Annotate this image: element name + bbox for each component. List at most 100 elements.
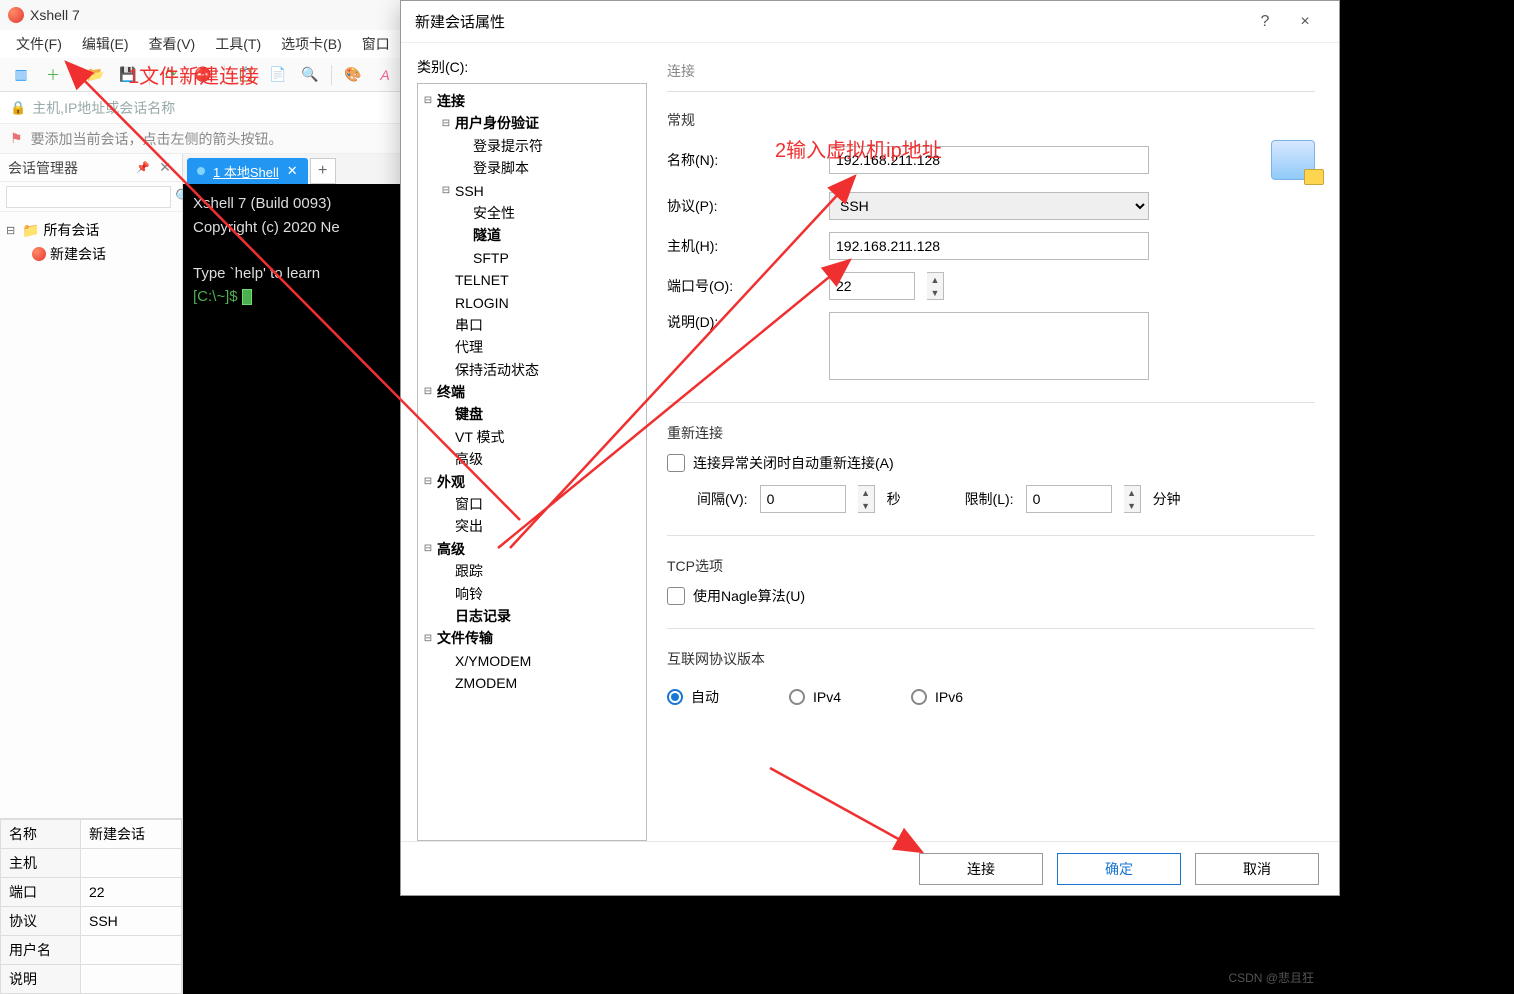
tree-ssh[interactable]: ⊟SSH [422, 180, 642, 202]
connect-button[interactable]: 连接 [919, 853, 1043, 885]
tree-security[interactable]: 安全性 [422, 202, 642, 224]
tree-login-script[interactable]: 登录脚本 [422, 157, 642, 179]
tree-serial[interactable]: 串口 [422, 314, 642, 336]
tree-zmodem[interactable]: ZMODEM [422, 672, 642, 694]
session-big-icon[interactable] [1271, 140, 1315, 180]
open-icon[interactable]: 📂 [85, 64, 107, 86]
reconnect-checkbox[interactable]: 连接异常关闭时自动重新连接(A) [667, 453, 894, 473]
port-spinner[interactable]: ▲▼ [927, 272, 944, 300]
cancel-button[interactable]: 取消 [1195, 853, 1319, 885]
desc-label: 说明(D): [667, 312, 817, 332]
tree-keyboard[interactable]: 键盘 [422, 403, 642, 425]
port-input[interactable] [829, 272, 915, 300]
tree-session-label: 新建会话 [50, 244, 106, 264]
tree-keepalive[interactable]: 保持活动状态 [422, 359, 642, 381]
tree-logging[interactable]: 日志记录 [422, 605, 642, 627]
tree-filetransfer[interactable]: ⊟文件传输 [422, 627, 642, 649]
proto-label: 协议(P): [667, 196, 817, 216]
host-input[interactable] [829, 232, 1149, 260]
tree-session-row[interactable]: 新建会话 [4, 242, 178, 266]
category-column: 类别(C): ⊟连接 ⊟用户身份验证 登录提示符 登录脚本 ⊟SSH 安全性 隧… [417, 57, 647, 841]
tree-telnet[interactable]: TELNET [422, 269, 642, 291]
session-tree[interactable]: ⊟ 📁 所有会话 新建会话 [0, 212, 182, 818]
menu-tab[interactable]: 选项卡(B) [273, 32, 350, 56]
dialog-titlebar[interactable]: 新建会话属性 ? × [401, 1, 1339, 43]
radio-ipv6[interactable]: IPv6 [911, 689, 963, 705]
cursor-icon [242, 289, 252, 305]
category-tree[interactable]: ⊟连接 ⊟用户身份验证 登录提示符 登录脚本 ⊟SSH 安全性 隧道 SFTP … [417, 83, 647, 841]
panel-title: 连接 [667, 57, 1315, 92]
interval-label: 间隔(V): [697, 489, 748, 509]
menu-file[interactable]: 文件(F) [8, 32, 70, 56]
copy-icon[interactable]: 📋 [235, 64, 257, 86]
limit-spinner[interactable]: ▲▼ [1124, 485, 1141, 513]
close-button[interactable]: × [1285, 13, 1325, 31]
protocol-select[interactable]: SSH [829, 192, 1149, 220]
tree-auth[interactable]: ⊟用户身份验证 [422, 112, 642, 134]
tree-trace[interactable]: 跟踪 [422, 560, 642, 582]
tree-rlogin[interactable]: RLOGIN [422, 292, 642, 314]
tree-connection[interactable]: ⊟连接 [422, 90, 642, 112]
row-protocol: 协议(P): SSH [667, 192, 1315, 220]
separator [74, 65, 75, 85]
menu-tools[interactable]: 工具(T) [207, 32, 269, 56]
save-icon[interactable]: 💾 [117, 64, 139, 86]
limit-unit: 分钟 [1153, 489, 1181, 509]
tree-adv2[interactable]: ⊟高级 [422, 538, 642, 560]
desc-textarea[interactable] [829, 312, 1149, 380]
term-line-3: Type `help' to learn [193, 265, 320, 282]
radio-auto[interactable]: 自动 [667, 687, 719, 707]
interval-input[interactable] [760, 485, 846, 513]
tree-xymodem[interactable]: X/YMODEM [422, 650, 642, 672]
menu-window[interactable]: 窗口 [354, 32, 398, 56]
nagle-checkbox[interactable]: 使用Nagle算法(U) [667, 586, 805, 606]
search-icon[interactable]: 🔍 [299, 64, 321, 86]
form-column: 连接 常规 名称(N): 协议(P): SSH 主机(H): 端口号(O): ▲… [667, 57, 1323, 841]
add-icon[interactable]: ＋ [42, 64, 64, 86]
tree-appearance[interactable]: ⊟外观 [422, 471, 642, 493]
session-panel-title: 会话管理器 [8, 158, 78, 178]
reconnect-icon[interactable]: ⟳ [160, 64, 182, 86]
tree-login-prompt[interactable]: 登录提示符 [422, 135, 642, 157]
session-manager-pane: 会话管理器 📌 ✕ 🔍 ⊟ 📁 所有会话 新建会话 [0, 154, 183, 994]
font-icon[interactable]: A [374, 64, 396, 86]
terminal-tab[interactable]: 1 本地Shell ✕ [187, 158, 308, 184]
tree-window[interactable]: 窗口 [422, 493, 642, 515]
radio-ipv4[interactable]: IPv4 [789, 689, 841, 705]
pin-icon[interactable]: 📌 [136, 161, 150, 174]
menu-view[interactable]: 查看(V) [141, 32, 204, 56]
prop-host-val [81, 849, 182, 878]
tab-close-icon[interactable]: ✕ [287, 163, 298, 179]
tree-proxy[interactable]: 代理 [422, 336, 642, 358]
address-placeholder[interactable]: 主机,IP地址或会话名称 [32, 98, 175, 118]
expand-icon[interactable]: ⊟ [6, 224, 18, 237]
tree-terminal[interactable]: ⊟终端 [422, 381, 642, 403]
help-button[interactable]: ? [1245, 13, 1285, 31]
menu-edit[interactable]: 编辑(E) [74, 32, 137, 56]
prop-host-key: 主机 [1, 849, 81, 878]
tree-highlight[interactable]: 突出 [422, 515, 642, 537]
row-port: 端口号(O): ▲▼ [667, 272, 1315, 300]
add-tab-button[interactable]: + [310, 158, 336, 184]
new-tab-icon[interactable]: ▥ [10, 64, 32, 86]
tree-sftp[interactable]: SFTP [422, 247, 642, 269]
flag-icon: ⚑ [10, 130, 23, 147]
interval-spinner[interactable]: ▲▼ [858, 485, 875, 513]
limit-input[interactable] [1026, 485, 1112, 513]
close-panel-icon[interactable]: ✕ [156, 159, 174, 176]
tree-root-row[interactable]: ⊟ 📁 所有会话 [4, 218, 178, 242]
tree-adv1[interactable]: 高级 [422, 448, 642, 470]
term-prompt: [C:\~]$ [193, 288, 242, 305]
color-icon[interactable]: 🎨 [342, 64, 364, 86]
tree-bell[interactable]: 响铃 [422, 583, 642, 605]
tree-vtmode[interactable]: VT 模式 [422, 426, 642, 448]
tree-tunnel[interactable]: 隧道 [422, 224, 642, 246]
watermark: CSDN @悲且狂 [1228, 969, 1314, 986]
ok-button[interactable]: 确定 [1057, 853, 1181, 885]
session-search-input[interactable] [6, 186, 171, 208]
name-input[interactable] [829, 146, 1149, 174]
row-desc: 说明(D): [667, 312, 1315, 380]
paste-icon[interactable]: 📄 [267, 64, 289, 86]
disconnect-icon[interactable]: ⛔ [192, 64, 214, 86]
port-label: 端口号(O): [667, 276, 817, 296]
